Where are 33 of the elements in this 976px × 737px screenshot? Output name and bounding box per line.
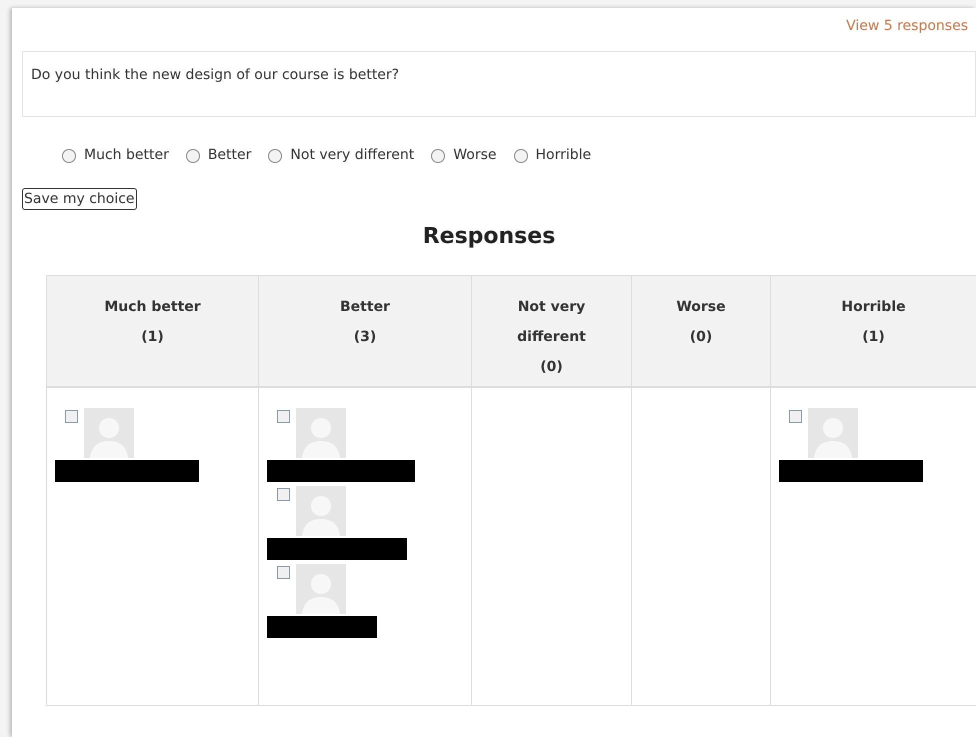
option-title: Not very different (516, 298, 587, 347)
radio-button[interactable] (62, 148, 76, 162)
avatar-icon (84, 408, 134, 458)
option-title: Much better (103, 298, 202, 317)
option-title: Horrible (840, 298, 907, 317)
checkbox[interactable] (65, 410, 78, 423)
question-text: Do you think the new design of our course is better? (31, 67, 400, 83)
checkbox[interactable] (277, 410, 290, 423)
checkbox[interactable] (789, 410, 802, 423)
answer-option[interactable]: Horrible (514, 145, 592, 166)
responses-heading: Responses (422, 223, 556, 251)
radio-button[interactable] (186, 148, 200, 162)
avatar-icon (296, 408, 346, 458)
save-button[interactable]: Save my choice (22, 188, 137, 210)
avatar-icon (296, 486, 346, 536)
radio-button[interactable] (514, 148, 528, 162)
option-title: Better (339, 298, 391, 317)
response-count: (0) (690, 328, 712, 347)
response-count: (1) (141, 328, 164, 347)
answer-option[interactable]: Better (186, 145, 252, 166)
radio-button[interactable] (268, 148, 282, 162)
avatar-icon (808, 408, 858, 458)
answer-option[interactable]: Not very different (268, 145, 414, 166)
avatar-icon (296, 564, 346, 614)
response-count: (3) (354, 328, 376, 347)
answer-option[interactable]: Much better (62, 145, 169, 166)
checkbox[interactable] (277, 566, 290, 579)
answer-option[interactable]: Worse (431, 145, 496, 166)
checkbox[interactable] (277, 488, 290, 501)
option-title: Worse (675, 298, 727, 317)
response-count: (1) (862, 328, 885, 347)
response-count: (0) (540, 358, 563, 377)
radio-button[interactable] (431, 148, 446, 162)
